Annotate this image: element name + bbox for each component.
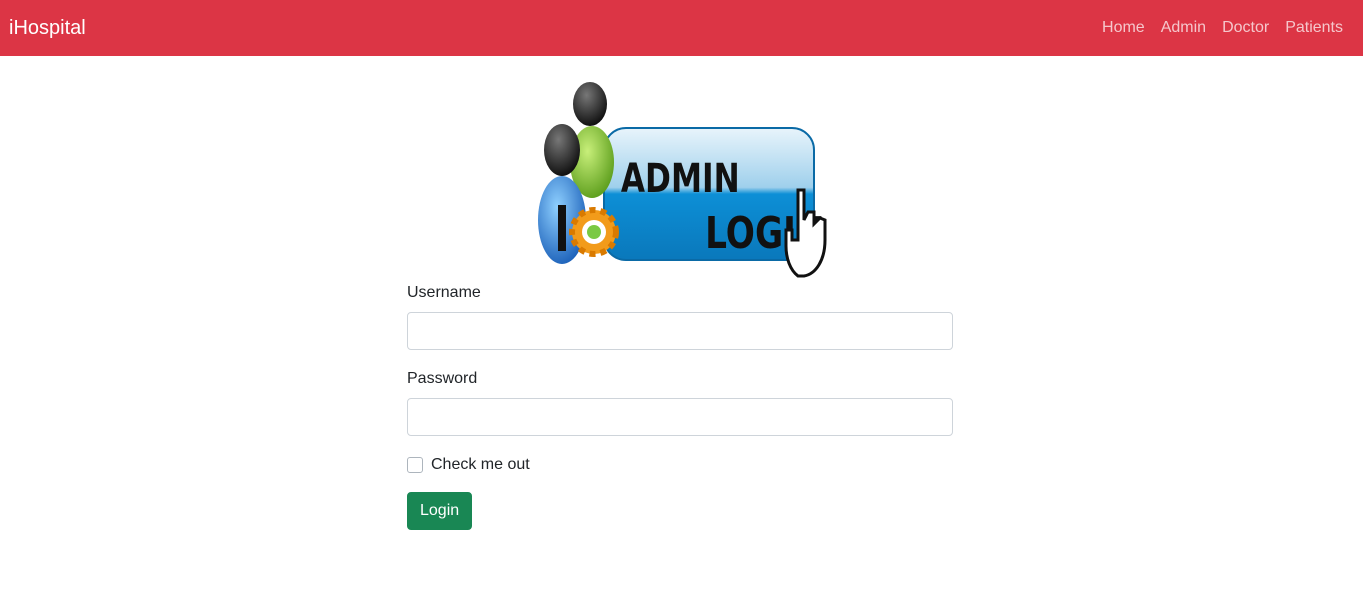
- nav-link-doctor[interactable]: Doctor: [1222, 18, 1269, 38]
- password-label: Password: [407, 370, 478, 387]
- password-input[interactable]: [407, 398, 953, 436]
- check-me-out-label: Check me out: [431, 456, 530, 473]
- brand-link[interactable]: iHospital: [9, 16, 86, 40]
- logo-line1: ADMIN: [621, 156, 740, 202]
- check-row: Check me out: [407, 455, 530, 475]
- nav-links: Home Admin Doctor Patients: [1102, 18, 1343, 38]
- nav-link-home[interactable]: Home: [1102, 18, 1145, 38]
- username-label: Username: [407, 284, 481, 301]
- nav-link-patients[interactable]: Patients: [1285, 18, 1343, 38]
- check-me-out-checkbox[interactable]: [407, 457, 423, 473]
- login-button[interactable]: Login: [407, 492, 473, 530]
- admin-login-logo: ADMIN LOGIN: [538, 82, 827, 278]
- nav-link-admin[interactable]: Admin: [1161, 18, 1206, 38]
- navbar: iHospital Home Admin Doctor Patients: [0, 0, 1363, 56]
- username-input[interactable]: [407, 312, 953, 350]
